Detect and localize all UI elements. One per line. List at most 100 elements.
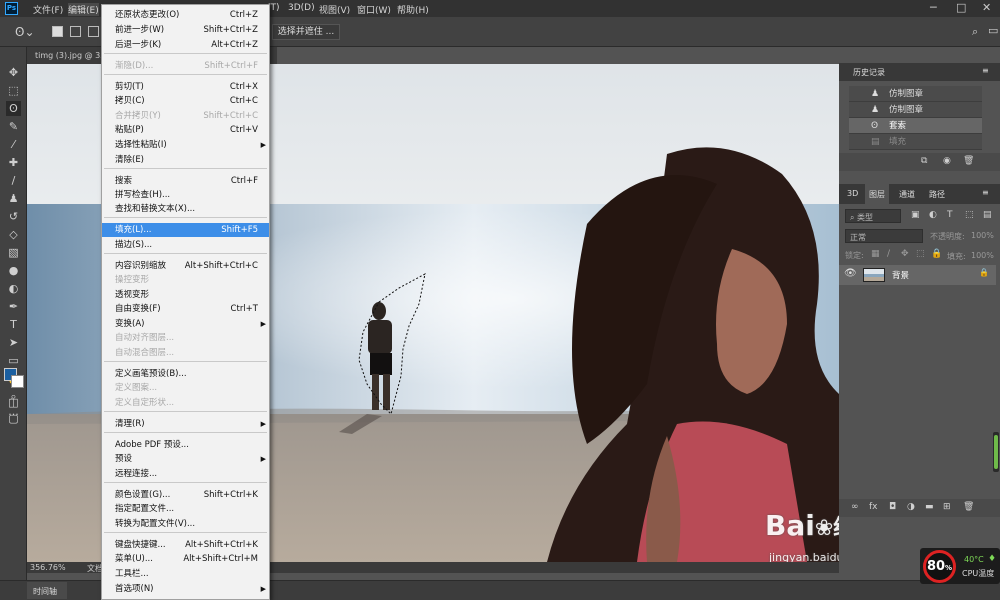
filter-smart-icon[interactable]: ▤ (983, 210, 992, 220)
menu-item[interactable]: 工具栏... (102, 567, 269, 581)
history-panel-title[interactable]: 历史记录 (853, 67, 885, 78)
opacity-value[interactable]: 100% (971, 231, 994, 240)
lock-image-icon[interactable]: / (887, 249, 890, 259)
menu-item[interactable]: 菜单(U)... Alt+Shift+Ctrl+M (102, 552, 269, 566)
menu-item[interactable]: 自动混合图层... (102, 346, 269, 360)
tab-channels[interactable]: 通道 (899, 189, 915, 200)
menu-help[interactable]: 帮助(H) (397, 3, 429, 16)
new-selection-icon[interactable] (52, 26, 63, 37)
menu-item[interactable]: 自动对齐图层... (102, 331, 269, 345)
filter-type-icon[interactable]: T (947, 210, 953, 220)
workspace-icon[interactable]: ▭ (988, 24, 998, 37)
menu-item[interactable]: 后退一步(K) Alt+Ctrl+Z (102, 38, 269, 52)
fill-value[interactable]: 100% (971, 251, 994, 260)
subtract-selection-icon[interactable] (88, 26, 99, 37)
history-item-active[interactable]: ʘ 套索 (849, 118, 982, 134)
marquee-tool-icon[interactable]: ⬚ (6, 83, 21, 98)
minimize-icon[interactable]: ─ (930, 1, 937, 14)
eraser-icon[interactable]: ◇ (6, 227, 21, 242)
menu-item[interactable]: 拼写检查(H)... (102, 188, 269, 202)
search-icon[interactable]: ⌕ (972, 25, 978, 39)
lasso-tool-icon[interactable]: ʘ (6, 101, 21, 116)
tab-3d[interactable]: 3D (847, 189, 858, 198)
menu-item[interactable]: 渐隐(D)... Shift+Ctrl+F (102, 59, 269, 73)
tab-layers[interactable]: 图层 (865, 184, 889, 204)
adjustment-layer-icon[interactable]: ◑ (907, 502, 915, 512)
lock-position-icon[interactable]: ✥ (901, 249, 909, 259)
menu-item[interactable]: 剪切(T) Ctrl+X (102, 80, 269, 94)
type-tool-icon[interactable]: T (6, 317, 21, 332)
menu-item[interactable]: 粘贴(P) Ctrl+V (102, 123, 269, 137)
menu-item[interactable]: 首选项(N) ▶ (102, 582, 269, 596)
panel-menu-icon[interactable]: ≡ (982, 66, 989, 75)
menu-item[interactable]: 预设 ▶ (102, 452, 269, 466)
menu-view[interactable]: 视图(V) (319, 3, 350, 16)
menu-window[interactable]: 窗口(W) (357, 3, 391, 16)
layers-panel-menu-icon[interactable]: ≡ (982, 188, 989, 197)
lock-artboard-icon[interactable]: ⬚ (916, 249, 925, 259)
menu-item[interactable]: 透视变形 (102, 288, 269, 302)
layer-filter-select[interactable]: ⌕ 类型 (845, 209, 901, 223)
menu-item[interactable]: Adobe PDF 预设... (102, 438, 269, 452)
filter-adjust-icon[interactable]: ◐ (929, 210, 937, 220)
eyedropper-icon[interactable]: ⁄ (6, 137, 21, 152)
brush-tool-icon[interactable]: / (6, 173, 21, 188)
background-color-swatch[interactable] (11, 375, 24, 388)
quick-select-icon[interactable]: ✎ (6, 119, 21, 134)
layer-row-background[interactable]: 👁 背景 🔒 (839, 265, 996, 285)
new-layer-icon[interactable]: ⊞ (943, 502, 951, 512)
menu-item[interactable]: 定义图案... (102, 381, 269, 395)
close-icon[interactable]: ✕ (982, 1, 991, 14)
scroll-thumb[interactable] (994, 435, 998, 469)
gradient-icon[interactable]: ▧ (6, 245, 21, 260)
menu-item[interactable]: 变换(A) ▶ (102, 317, 269, 331)
zoom-level[interactable]: 356.76% (30, 563, 66, 572)
menu-item[interactable]: 清理(R) ▶ (102, 417, 269, 431)
new-group-icon[interactable]: ▬ (925, 502, 934, 512)
menu-item[interactable]: 选择性粘贴(I) ▶ (102, 138, 269, 152)
clone-stamp-icon[interactable]: ♟ (6, 191, 21, 206)
menu-item[interactable]: 内容识别缩放 Alt+Shift+Ctrl+C (102, 259, 269, 273)
timeline-tab[interactable]: 时间轴 (27, 582, 67, 599)
history-item[interactable]: ♟ 仿制图章 (849, 86, 982, 102)
link-layers-icon[interactable]: ∞ (851, 502, 859, 512)
menu-item[interactable]: 转换为配置文件(V)... (102, 517, 269, 531)
menu-item[interactable]: 拷贝(C) Ctrl+C (102, 94, 269, 108)
menu-item[interactable]: 查找和替换文本(X)... (102, 202, 269, 216)
delete-layer-icon[interactable]: 🗑 (963, 502, 974, 512)
menu-item[interactable]: 还原状态更改(O) Ctrl+Z (102, 8, 269, 22)
screen-mode-icon[interactable]: ▢ (6, 411, 21, 426)
menu-file[interactable]: 文件(F) (33, 3, 63, 16)
menu-item[interactable]: 颜色设置(G)... Shift+Ctrl+K (102, 488, 269, 502)
delete-state-icon[interactable]: 🗑 (963, 156, 974, 166)
menu-item[interactable]: 合并拷贝(Y) Shift+Ctrl+C (102, 109, 269, 123)
dodge-icon[interactable]: ◐ (6, 281, 21, 296)
tab-paths[interactable]: 路径 (929, 189, 945, 200)
menu-item[interactable]: 定义自定形状... (102, 396, 269, 410)
pen-tool-icon[interactable]: ✒ (6, 299, 21, 314)
healing-brush-icon[interactable]: ✚ (6, 155, 21, 170)
select-and-mask-button[interactable]: 选择并遮住 ... (272, 24, 340, 40)
history-item-dimmed[interactable]: ▤ 填充 (849, 134, 982, 150)
history-item[interactable]: ♟ 仿制图章 (849, 102, 982, 118)
eye-icon[interactable]: 👁 (844, 268, 857, 279)
menu-item-fill-highlighted[interactable]: 填充(L)... Shift+F5 (102, 223, 269, 237)
move-tool-icon[interactable]: ✥ (6, 65, 21, 80)
add-mask-icon[interactable]: ◘ (889, 502, 896, 512)
menu-3d[interactable]: 3D(D) (288, 3, 315, 13)
menu-item[interactable]: 指定配置文件... (102, 502, 269, 516)
lasso-tool-preset-icon[interactable]: ʘ⌄ (15, 25, 35, 39)
layer-name[interactable]: 背景 (892, 269, 909, 281)
menu-item[interactable]: 键盘快捷键... Alt+Shift+Ctrl+K (102, 538, 269, 552)
lock-transparent-icon[interactable]: ▦ (871, 249, 880, 259)
rectangle-tool-icon[interactable]: ▭ (6, 353, 21, 368)
layer-style-icon[interactable]: fx (869, 502, 878, 512)
menu-item[interactable]: 清除(E) (102, 153, 269, 167)
quick-mask-icon[interactable]: ◫ (6, 395, 21, 410)
blur-icon[interactable]: ● (6, 263, 21, 278)
new-document-from-state-icon[interactable]: ⧉ (921, 156, 927, 166)
filter-pixel-icon[interactable]: ▣ (911, 210, 920, 220)
path-select-icon[interactable]: ➤ (6, 335, 21, 350)
maximize-icon[interactable]: □ (956, 1, 966, 14)
menu-item[interactable]: 前进一步(W) Shift+Ctrl+Z (102, 23, 269, 37)
